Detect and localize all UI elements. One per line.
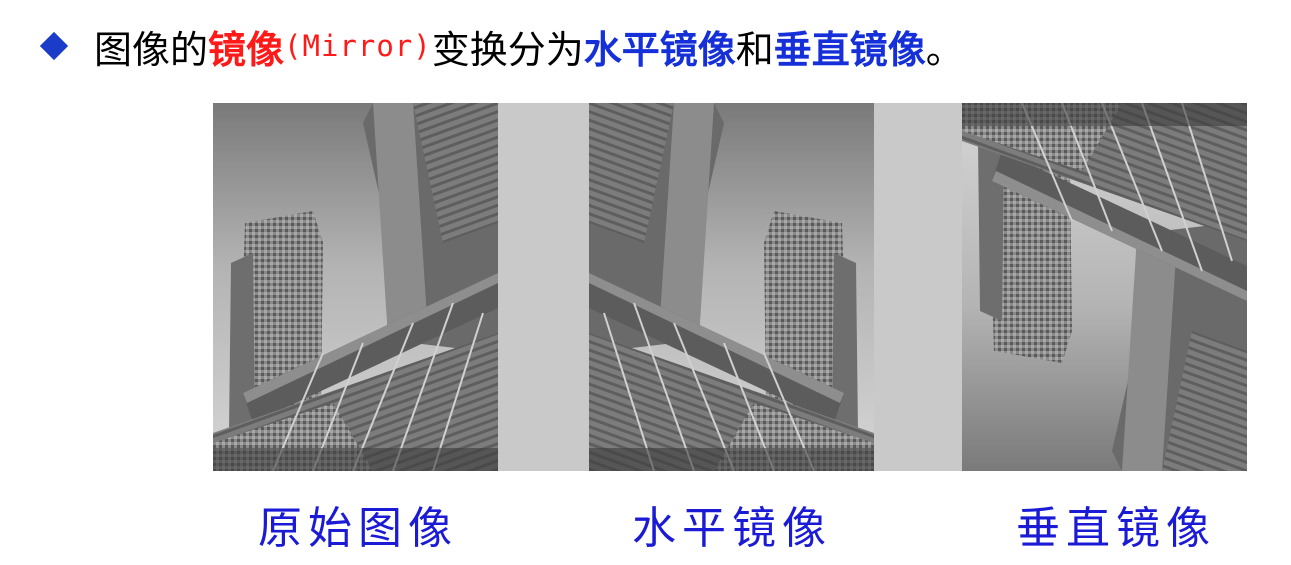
headline-text-3: 和	[735, 27, 774, 72]
building-photo-horizontal	[589, 103, 874, 471]
vertical-mirror-image	[962, 103, 1247, 471]
building-photo-vertical	[962, 103, 1247, 471]
caption-original: 原始图像	[258, 503, 458, 554]
building-photo-original	[213, 103, 498, 471]
diamond-bullet-icon	[39, 31, 69, 61]
horizontal-mirror-image	[589, 103, 874, 471]
headline-period: 。	[925, 27, 964, 72]
gap-panel	[498, 103, 589, 471]
original-image	[213, 103, 498, 471]
caption-vertical: 垂直镜像	[1016, 503, 1216, 554]
headline-mirror-term: 镜像	[208, 27, 285, 72]
headline-horizontal-term: 水平镜像	[583, 27, 736, 72]
headline-mirror-english: (Mirror)	[284, 29, 432, 63]
gap-panel	[874, 103, 962, 471]
headline-vertical-term: 垂直镜像	[773, 27, 926, 72]
headline-text-2: 变换分为	[431, 27, 584, 72]
caption-horizontal: 水平镜像	[632, 503, 832, 554]
headline-text-1: 图像的	[94, 27, 209, 72]
headline: 图像的 镜像 (Mirror) 变换分为 水平镜像 和 垂直镜像 。	[39, 18, 964, 74]
